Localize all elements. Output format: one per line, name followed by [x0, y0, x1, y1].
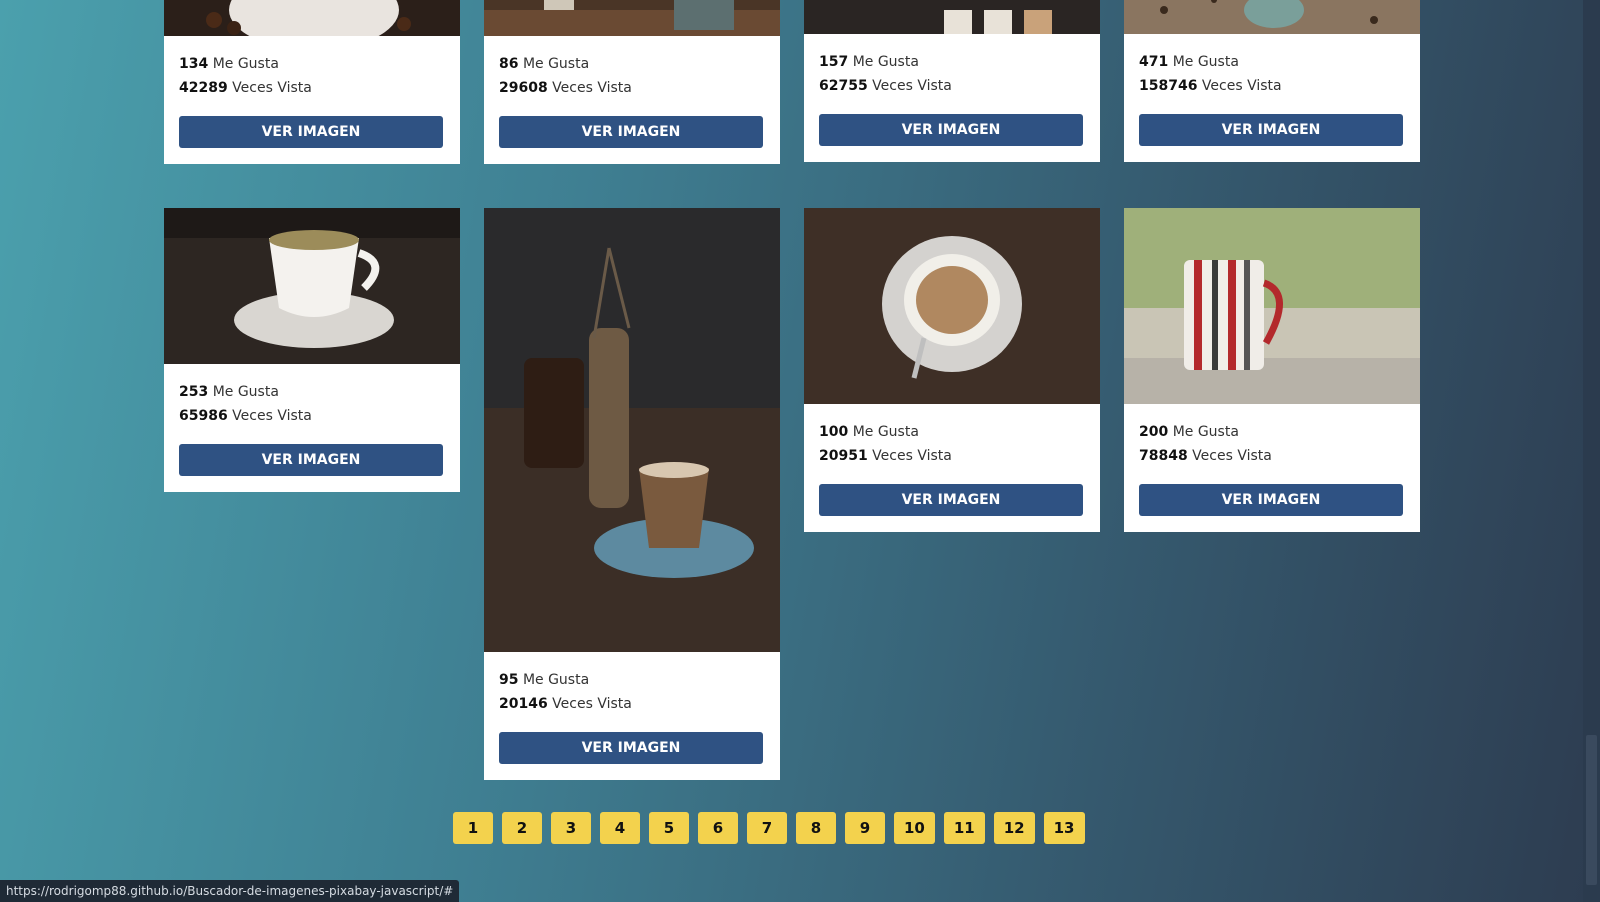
image-card: 86 Me Gusta 29608 Veces Vista VER IMAGEN: [484, 0, 780, 164]
page-button-8[interactable]: 8: [796, 812, 836, 844]
pagination: 1 2 3 4 5 6 7 8 9 10 11 12 13: [453, 812, 1085, 844]
page-button-10[interactable]: 10: [894, 812, 935, 844]
page-button-9[interactable]: 9: [845, 812, 885, 844]
views-count: 20146 Veces Vista: [499, 696, 632, 712]
views-count: 158746 Veces Vista: [1139, 78, 1282, 94]
ver-imagen-button[interactable]: VER IMAGEN: [1139, 484, 1403, 516]
ver-imagen-button[interactable]: VER IMAGEN: [499, 116, 763, 148]
striped-mug-image[interactable]: [1124, 208, 1420, 404]
teacup-image[interactable]: [164, 208, 460, 364]
ver-imagen-button[interactable]: VER IMAGEN: [499, 732, 763, 764]
image-card: 157 Me Gusta 62755 Veces Vista VER IMAGE…: [804, 0, 1100, 162]
page-button-5[interactable]: 5: [649, 812, 689, 844]
views-count: 65986 Veces Vista: [179, 408, 312, 424]
page-button-2[interactable]: 2: [502, 812, 542, 844]
status-url: https://rodrigomp88.github.io/Buscador-d…: [0, 880, 460, 902]
page-button-12[interactable]: 12: [993, 812, 1035, 844]
likes-count: 95 Me Gusta: [499, 672, 590, 688]
likes-count: 86 Me Gusta: [499, 56, 590, 72]
coffee-cups-image[interactable]: [804, 0, 1100, 34]
views-count: 29608 Veces Vista: [499, 80, 632, 96]
page-button-6[interactable]: 6: [698, 812, 738, 844]
page-button-3[interactable]: 3: [551, 812, 591, 844]
image-card: 471 Me Gusta 158746 Veces Vista VER IMAG…: [1124, 0, 1420, 162]
ver-imagen-button[interactable]: VER IMAGEN: [819, 484, 1083, 516]
coffee-beans-image[interactable]: [164, 0, 460, 36]
ver-imagen-button[interactable]: VER IMAGEN: [179, 444, 443, 476]
views-count: 62755 Veces Vista: [819, 78, 952, 94]
views-count: 42289 Veces Vista: [179, 80, 312, 96]
ver-imagen-button[interactable]: VER IMAGEN: [179, 116, 443, 148]
ver-imagen-button[interactable]: VER IMAGEN: [1139, 114, 1403, 146]
likes-count: 134 Me Gusta: [179, 56, 279, 72]
image-card: 253 Me Gusta 65986 Veces Vista VER IMAGE…: [164, 208, 460, 492]
latte-vase-image[interactable]: [484, 208, 780, 652]
page-button-13[interactable]: 13: [1043, 812, 1085, 844]
likes-count: 100 Me Gusta: [819, 424, 919, 440]
likes-count: 253 Me Gusta: [179, 384, 279, 400]
cappuccino-image[interactable]: [804, 208, 1100, 404]
image-card: 100 Me Gusta 20951 Veces Vista VER IMAGE…: [804, 208, 1100, 532]
scrollbar[interactable]: [1583, 0, 1600, 902]
views-count: 20951 Veces Vista: [819, 448, 952, 464]
page-button-1[interactable]: 1: [453, 812, 493, 844]
image-card: 134 Me Gusta 42289 Veces Vista VER IMAGE…: [164, 0, 460, 164]
image-card: 200 Me Gusta 78848 Veces Vista VER IMAGE…: [1124, 208, 1420, 532]
image-card: 95 Me Gusta 20146 Veces Vista VER IMAGEN: [484, 208, 780, 780]
page-button-4[interactable]: 4: [600, 812, 640, 844]
likes-count: 200 Me Gusta: [1139, 424, 1239, 440]
likes-count: 471 Me Gusta: [1139, 54, 1239, 70]
page-button-7[interactable]: 7: [747, 812, 787, 844]
coffee-grounds-image[interactable]: [1124, 0, 1420, 34]
likes-count: 157 Me Gusta: [819, 54, 919, 70]
cafe-table-image[interactable]: [484, 0, 780, 36]
ver-imagen-button[interactable]: VER IMAGEN: [819, 114, 1083, 146]
views-count: 78848 Veces Vista: [1139, 448, 1272, 464]
page-button-11[interactable]: 11: [943, 812, 985, 844]
scrollbar-thumb[interactable]: [1586, 735, 1597, 885]
